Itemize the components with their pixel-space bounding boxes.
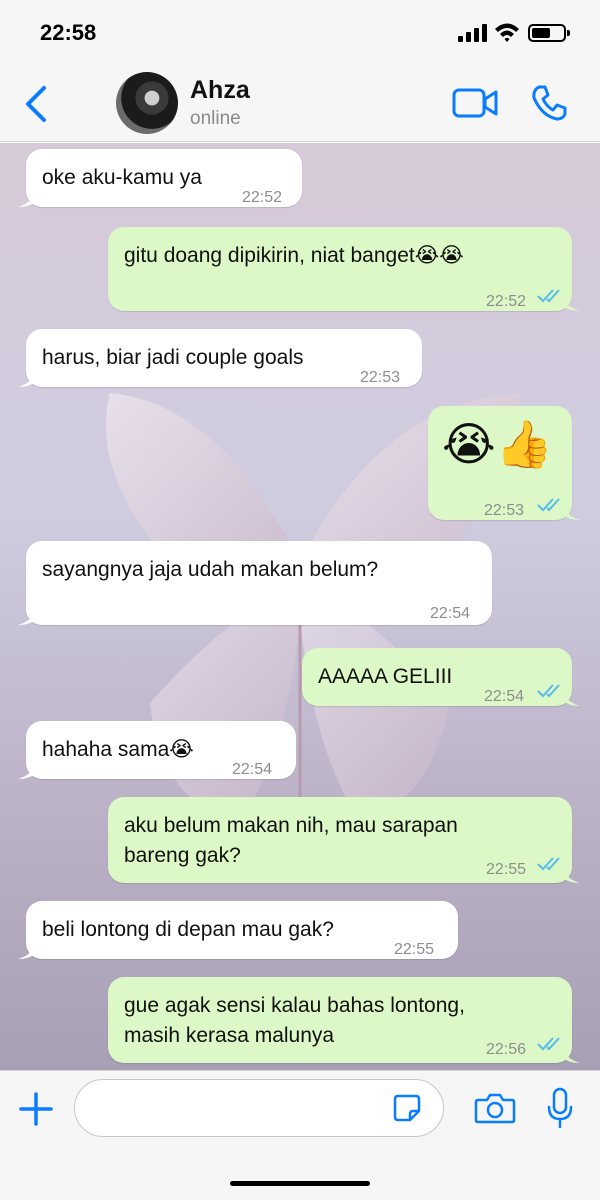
message-text: harus, biar jadi couple goals (42, 346, 304, 369)
message-bubble-outgoing[interactable]: 😭👍 22:53 (428, 406, 580, 520)
back-chevron-icon[interactable] (20, 84, 56, 124)
camera-icon[interactable] (474, 1091, 516, 1125)
message-text: AAAAA GELIII (318, 665, 453, 688)
read-ticks-icon (537, 289, 560, 303)
cellular-signal-icon (458, 24, 490, 42)
chat-header: Ahza online (0, 66, 600, 142)
message-time: 22:52 (486, 293, 527, 310)
read-ticks-icon (537, 498, 560, 512)
phone-call-icon[interactable] (530, 84, 568, 122)
message-bubble-incoming[interactable]: oke aku-kamu ya 22:52 (18, 149, 302, 207)
message-time: 22:55 (394, 941, 435, 958)
read-ticks-icon (537, 684, 560, 698)
video-call-icon[interactable] (452, 86, 498, 120)
contact-avatar[interactable] (116, 72, 178, 134)
message-bubble-incoming[interactable]: harus, biar jadi couple goals 22:53 (18, 329, 422, 387)
read-ticks-icon (537, 1037, 560, 1051)
chat-area[interactable]: oke aku-kamu ya 22:52 gitu doang dipikir… (0, 143, 600, 1070)
message-time: 22:54 (484, 688, 525, 705)
contact-status: online (190, 108, 241, 129)
message-time: 22:54 (232, 761, 273, 778)
home-indicator (230, 1181, 370, 1186)
message-time: 22:53 (484, 502, 525, 519)
message-emoji: 😭👍 (442, 417, 554, 471)
message-bubble-outgoing[interactable]: aku belum makan nih, mau sarapan bareng … (108, 797, 580, 883)
sticker-icon[interactable] (392, 1093, 422, 1123)
message-bubble-outgoing[interactable]: gue agak sensi kalau bahas lontong, masi… (108, 977, 580, 1063)
message-bubble-incoming[interactable]: sayangnya jaja udah makan belum? 22:54 (18, 541, 492, 625)
message-text: oke aku-kamu ya (42, 166, 202, 189)
message-time: 22:55 (486, 861, 527, 878)
plus-icon[interactable] (18, 1091, 54, 1127)
message-time: 22:53 (360, 369, 401, 386)
message-bubble-incoming[interactable]: hahaha sama😭 22:54 (18, 721, 296, 779)
message-text: gue agak sensi kalau bahas lontong, masi… (124, 994, 465, 1047)
message-bubble-incoming[interactable]: beli lontong di depan mau gak? 22:55 (18, 901, 458, 959)
battery-icon (528, 24, 570, 42)
message-time: 22:56 (486, 1041, 527, 1058)
read-ticks-icon (537, 857, 560, 871)
message-bubble-outgoing[interactable]: gitu doang dipikirin, niat banget😭😭 22:5… (108, 227, 580, 311)
status-time: 22:58 (40, 20, 97, 45)
message-composer (0, 1070, 600, 1200)
message-input[interactable] (74, 1079, 444, 1137)
contact-name[interactable]: Ahza (190, 76, 250, 105)
microphone-icon[interactable] (546, 1087, 574, 1129)
message-text: aku belum makan nih, mau sarapan bareng … (124, 814, 458, 867)
message-time: 22:54 (430, 605, 471, 622)
message-bubble-outgoing[interactable]: AAAAA GELIII 22:54 (302, 648, 580, 706)
message-text: gitu doang dipikirin, niat banget😭😭 (124, 244, 464, 267)
message-text: sayangnya jaja udah makan belum? (42, 558, 379, 581)
message-text: hahaha sama😭 (42, 738, 194, 761)
status-bar: 22:58 (0, 0, 600, 66)
message-text: beli lontong di depan mau gak? (42, 918, 334, 941)
wifi-icon (495, 23, 519, 42)
message-time: 22:52 (242, 189, 283, 206)
